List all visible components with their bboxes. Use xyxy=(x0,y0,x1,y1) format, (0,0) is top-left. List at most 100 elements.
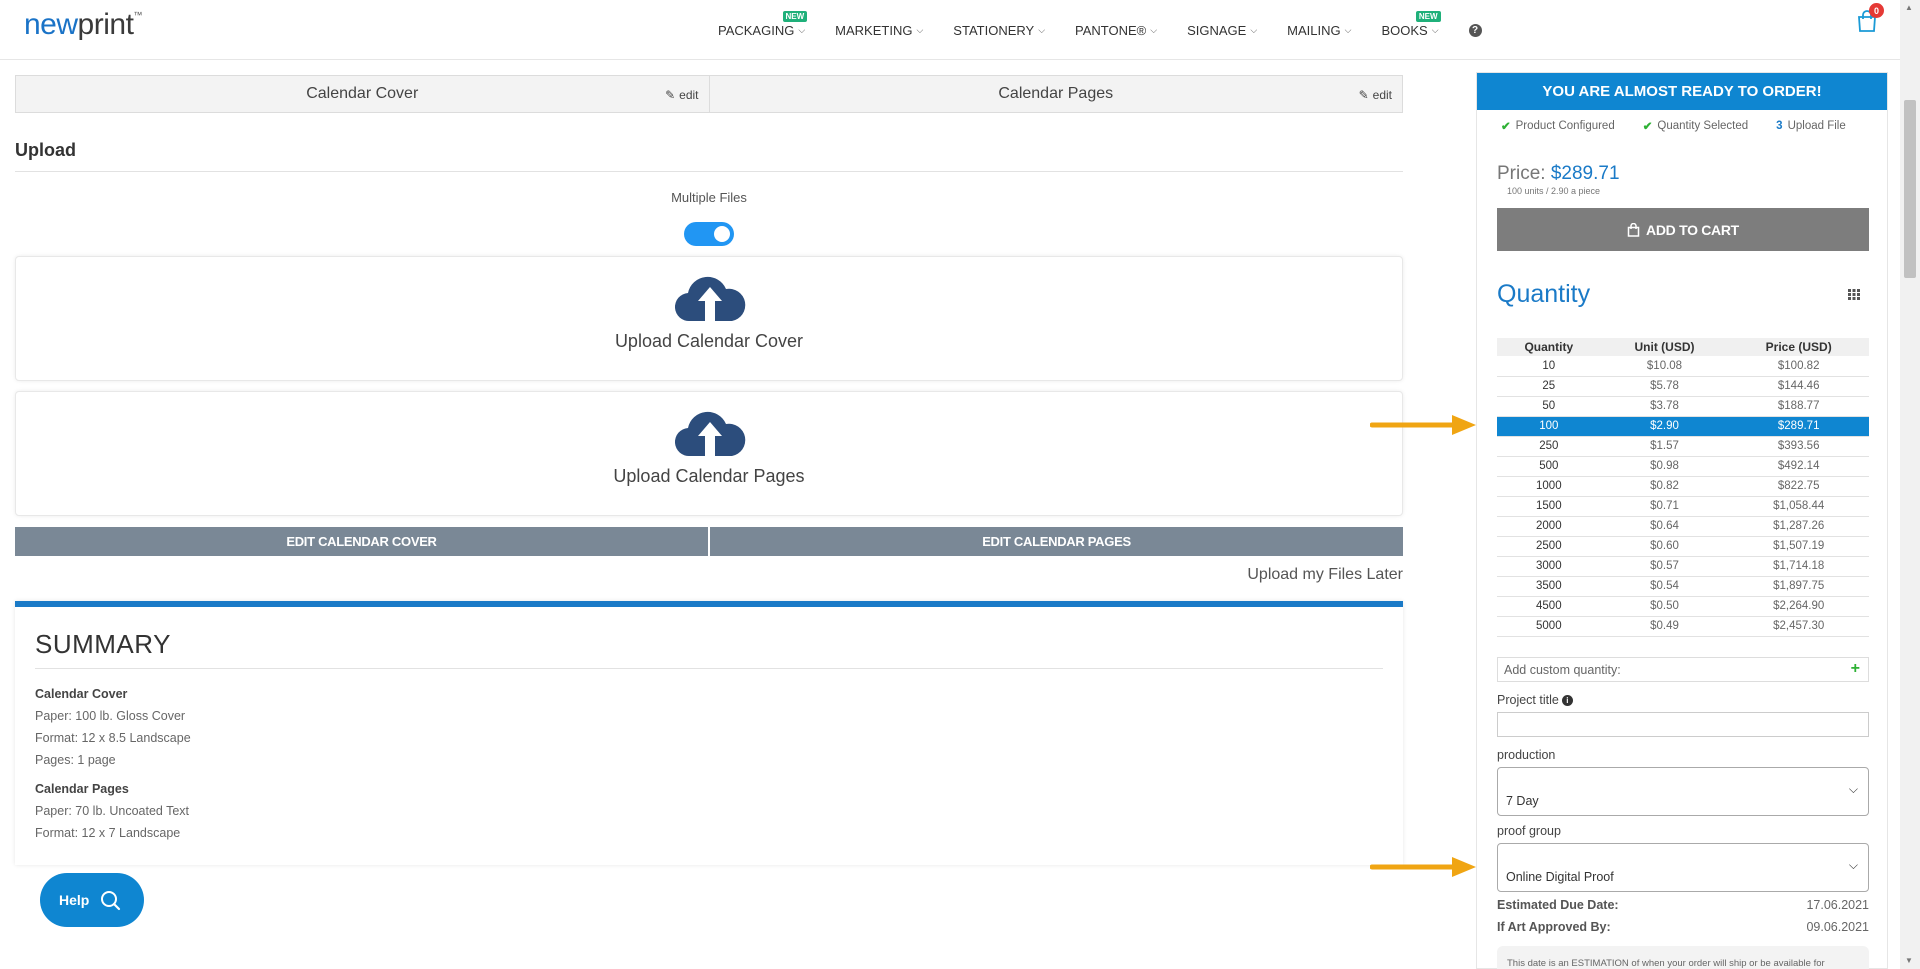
total-price-cell: $1,287.26 xyxy=(1728,516,1869,537)
proof-group-label: proof group xyxy=(1497,824,1561,838)
quantity-row[interactable]: 2500 $0.60 $1,507.19 xyxy=(1497,536,1869,557)
quantity-price-table: Quantity Unit (USD) Price (USD) 10 $10.08… xyxy=(1497,338,1869,637)
edit-buttons-row: EDIT CALENDAR COVER EDIT CALENDAR PAGES xyxy=(15,527,1403,556)
proof-group-value: Online Digital Proof xyxy=(1506,869,1614,884)
order-sidebar: YOU ARE ALMOST READY TO ORDER! ✔ Product … xyxy=(1476,72,1888,969)
quantity-row[interactable]: 500 $0.98 $492.14 xyxy=(1497,456,1869,477)
chevron-down-icon: ⌵ xyxy=(1431,24,1439,35)
cloud-upload-icon xyxy=(674,411,746,457)
nav-pantone[interactable]: PANTONE® ⌵ xyxy=(1075,23,1157,38)
nav-mailing[interactable]: MAILING ⌵ xyxy=(1287,23,1351,38)
edit-pages-link[interactable]: ✎ edit xyxy=(1359,88,1392,102)
scrollbar-thumb[interactable] xyxy=(1904,100,1916,278)
quantity-row[interactable]: 1500 $0.71 $1,058.44 xyxy=(1497,496,1869,517)
help-circle-icon[interactable]: ? xyxy=(1468,23,1482,37)
production-select[interactable]: 7 Day ⌵ xyxy=(1497,767,1869,816)
unit-price-cell: $0.60 xyxy=(1600,536,1729,557)
step-upload-file: 3 Upload File xyxy=(1776,120,1846,132)
unit-price-cell: $10.08 xyxy=(1600,356,1729,377)
annotation-arrow-icon xyxy=(1370,857,1476,877)
tab-calendar-cover[interactable]: Calendar Cover ✎ edit xyxy=(16,76,709,112)
quantity-cell: 5000 xyxy=(1497,616,1601,637)
edit-cover-link[interactable]: ✎ edit xyxy=(665,88,698,102)
page-scrollbar[interactable]: ▲ ▼ xyxy=(1900,0,1920,969)
cart-count-badge: 0 xyxy=(1869,3,1884,18)
unit-price-cell: $0.50 xyxy=(1600,596,1729,617)
grid-view-icon[interactable] xyxy=(1847,287,1861,301)
unit-price-cell: $0.64 xyxy=(1600,516,1729,537)
multiple-files-label: Multiple Files xyxy=(671,190,747,205)
quantity-row[interactable]: 2000 $0.64 $1,287.26 xyxy=(1497,516,1869,537)
tab-label: Calendar Pages xyxy=(998,85,1114,102)
chevron-down-icon: ⌵ xyxy=(798,24,806,35)
quantity-cell: 4500 xyxy=(1497,596,1601,617)
quantity-row[interactable]: 1000 $0.82 $822.75 xyxy=(1497,476,1869,497)
newprint-logo[interactable]: newprint™ xyxy=(24,8,142,42)
nav-signage[interactable]: SIGNAGE ⌵ xyxy=(1187,23,1257,38)
unit-price-cell: $0.57 xyxy=(1600,556,1729,577)
total-price-cell: $188.77 xyxy=(1728,396,1869,417)
total-price-cell: $100.82 xyxy=(1728,356,1869,377)
quantity-row[interactable]: 25 $5.78 $144.46 xyxy=(1497,376,1869,397)
unit-price-cell: $0.49 xyxy=(1600,616,1729,637)
cloud-upload-icon xyxy=(674,276,746,322)
multiple-files-toggle[interactable] xyxy=(684,222,734,246)
quantity-cell: 100 xyxy=(1497,416,1601,437)
chevron-down-icon: ⌵ xyxy=(1150,24,1158,35)
edit-calendar-cover-button[interactable]: EDIT CALENDAR COVER xyxy=(15,527,708,556)
scroll-up-arrow-icon[interactable]: ▲ xyxy=(1905,3,1913,12)
art-approved-date: If Art Approved By: 09.06.2021 xyxy=(1497,920,1869,934)
check-icon: ✔ xyxy=(1501,121,1511,133)
quantity-row[interactable]: 3500 $0.54 $1,897.75 xyxy=(1497,576,1869,597)
summary-line: Paper: 70 lb. Uncoated Text xyxy=(35,804,190,818)
quantity-row[interactable]: 5000 $0.49 $2,457.30 xyxy=(1497,616,1869,637)
step-number: 3 xyxy=(1776,120,1783,132)
total-price-cell: $289.71 xyxy=(1728,416,1869,437)
project-title-input[interactable] xyxy=(1497,712,1869,737)
quantity-row[interactable]: 100 $2.90 $289.71 xyxy=(1497,416,1869,437)
help-chat-button[interactable]: Help xyxy=(40,873,144,927)
unit-price-cell: $2.90 xyxy=(1600,416,1729,437)
total-price-cell: $1,897.75 xyxy=(1728,576,1869,597)
nav-books[interactable]: BOOKS ⌵ NEW xyxy=(1381,10,1441,38)
total-price-cell: $822.75 xyxy=(1728,476,1869,497)
pencil-icon: ✎ xyxy=(1358,88,1369,102)
edit-calendar-pages-button[interactable]: EDIT CALENDAR PAGES xyxy=(710,527,1403,556)
proof-group-select[interactable]: Online Digital Proof ⌵ xyxy=(1497,843,1869,892)
upload-later-link[interactable]: Upload my Files Later xyxy=(1247,566,1403,584)
new-badge: NEW xyxy=(1415,10,1441,22)
price-per-unit: 100 units / 2.90 a piece xyxy=(1507,186,1601,196)
table-header-row: Quantity Unit (USD) Price (USD) xyxy=(1497,338,1869,356)
nav-stationery[interactable]: STATIONERY ⌵ xyxy=(953,23,1045,38)
upload-pages-dropzone[interactable]: Upload Calendar Pages xyxy=(15,391,1403,516)
quantity-row[interactable]: 3000 $0.57 $1,714.18 xyxy=(1497,556,1869,577)
total-price-cell: $2,457.30 xyxy=(1728,616,1869,637)
quantity-cell: 250 xyxy=(1497,436,1601,457)
custom-quantity-placeholder: Add custom quantity: xyxy=(1504,662,1621,677)
chevron-down-icon: ⌵ xyxy=(1250,24,1258,35)
quantity-row[interactable]: 10 $10.08 $100.82 xyxy=(1497,356,1869,377)
column-header: Price (USD) xyxy=(1728,338,1869,356)
tab-label: Calendar Cover xyxy=(306,85,419,102)
custom-quantity-input[interactable]: Add custom quantity: + xyxy=(1497,657,1869,682)
add-to-cart-button[interactable]: ADD TO CART xyxy=(1497,208,1869,251)
nav-packaging[interactable]: PACKAGING ⌵ NEW xyxy=(718,10,808,38)
dropzone-label: Upload Calendar Cover xyxy=(614,331,804,351)
add-plus-icon[interactable]: + xyxy=(1851,660,1860,678)
scroll-down-arrow-icon[interactable]: ▼ xyxy=(1905,956,1913,965)
quantity-table-body: 10 $10.08 $100.82 25 $5.78 $144.46 50 $3.78 $188… xyxy=(1497,356,1869,637)
help-label: Help xyxy=(59,892,90,908)
order-summary: SUMMARY Calendar Cover Paper: 100 lb. Gl… xyxy=(15,601,1403,865)
unit-price-cell: $1.57 xyxy=(1600,436,1729,457)
nav-marketing[interactable]: MARKETING ⌵ xyxy=(835,23,923,38)
upload-heading: Upload xyxy=(15,140,76,160)
new-badge: NEW xyxy=(782,10,808,22)
upload-cover-dropzone[interactable]: Upload Calendar Cover xyxy=(15,256,1403,381)
quantity-title: Quantity xyxy=(1497,280,1591,308)
quantity-cell: 50 xyxy=(1497,396,1601,417)
quantity-row[interactable]: 50 $3.78 $188.77 xyxy=(1497,396,1869,417)
info-icon[interactable]: i xyxy=(1561,695,1573,707)
quantity-row[interactable]: 250 $1.57 $393.56 xyxy=(1497,436,1869,457)
tab-calendar-pages[interactable]: Calendar Pages ✎ edit xyxy=(708,76,1403,112)
quantity-row[interactable]: 4500 $0.50 $2,264.90 xyxy=(1497,596,1869,617)
